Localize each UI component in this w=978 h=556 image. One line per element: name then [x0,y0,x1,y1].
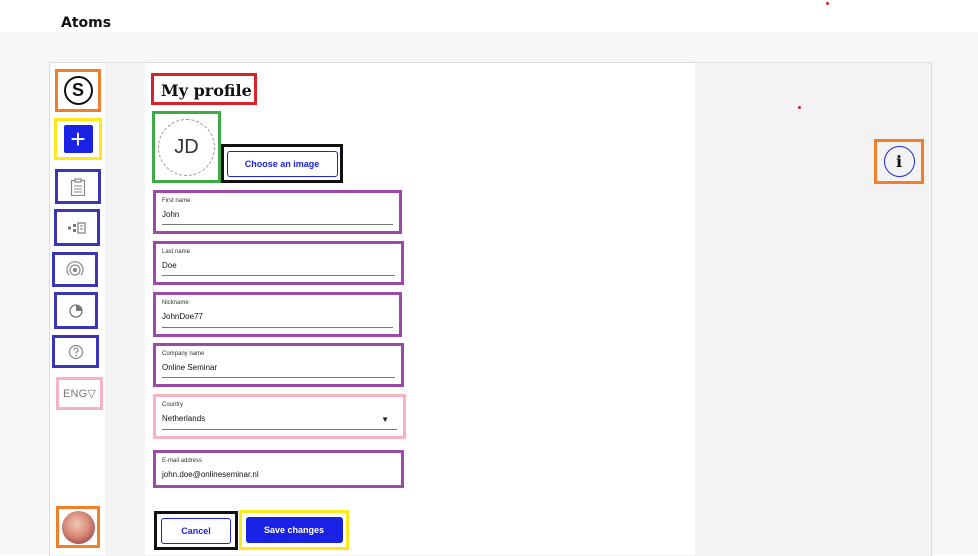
profile-initials: JD [158,118,215,176]
add-button-frame: + [54,118,102,160]
field-value: JohnDoe77 [162,312,203,321]
diagram-icon [68,221,86,234]
field-value: Doe [162,261,177,270]
page-title: My profile [161,81,252,100]
language-label: ENG [62,387,88,400]
cancel-frame: Cancel [154,511,238,550]
sidebar-item-help[interactable] [52,335,99,368]
profile-picture-frame: JD [152,111,221,183]
field-label: Company name [162,351,205,357]
field-value: John [162,210,180,219]
clipboard-icon [70,177,86,196]
email-field[interactable]: E-mail address john.doe@onlineseminar.nl [153,450,404,488]
sidebar-item-statistics[interactable] [54,292,98,329]
sidebar-item-diagram[interactable] [54,209,100,246]
save-changes-button[interactable]: Save changes [245,517,343,543]
company-name-field[interactable]: Company name Online Seminar [153,343,404,387]
field-underline [162,224,393,225]
field-value: john.doe@onlineseminar.nl [162,470,259,479]
avatar-frame[interactable] [56,506,100,548]
country-select[interactable]: Country Netherlands ▼ [153,394,406,439]
field-label: Last name [162,249,191,255]
field-label: First name [162,198,191,204]
field-underline [162,327,393,328]
last-name-field[interactable]: Last name Doe [153,241,404,285]
sidebar-item-broadcast[interactable] [52,252,98,287]
pie-chart-icon [69,303,83,318]
field-underline [162,429,397,430]
page-label: Atoms [61,15,112,31]
language-selector[interactable]: ENG ▽ [56,377,103,410]
cancel-button[interactable]: Cancel [161,517,231,544]
help-icon [68,344,83,359]
chevron-down-icon: ▽ [87,388,97,400]
info-frame: i [874,139,924,184]
marker-dot [798,106,801,109]
field-underline [162,275,395,276]
field-label: Country [162,402,184,408]
sidebar-gutter [105,63,145,555]
field-value: Online Seminar [162,363,218,372]
field-underline [162,377,395,378]
add-button[interactable]: + [63,125,93,153]
nickname-field[interactable]: Nickname JohnDoe77 [153,292,402,337]
marker-dot [826,2,829,5]
field-label: E-mail address [162,458,203,464]
choose-image-button[interactable]: Choose an image [226,150,338,177]
caret-down-icon: ▼ [381,415,389,424]
field-value: Netherlands [162,414,206,423]
sidebar-item-clipboard[interactable] [55,169,101,204]
field-label: Nickname [162,300,189,306]
title-frame: My profile [151,73,257,105]
info-icon[interactable]: i [883,146,915,177]
first-name-field[interactable]: First name John [153,190,402,234]
logo-icon: S [63,76,93,105]
logo-frame[interactable]: S [55,69,101,112]
choose-image-frame: Choose an image [221,144,343,183]
right-panel [695,63,930,555]
save-frame: Save changes [239,510,349,550]
broadcast-icon [66,260,84,276]
avatar [61,510,95,544]
